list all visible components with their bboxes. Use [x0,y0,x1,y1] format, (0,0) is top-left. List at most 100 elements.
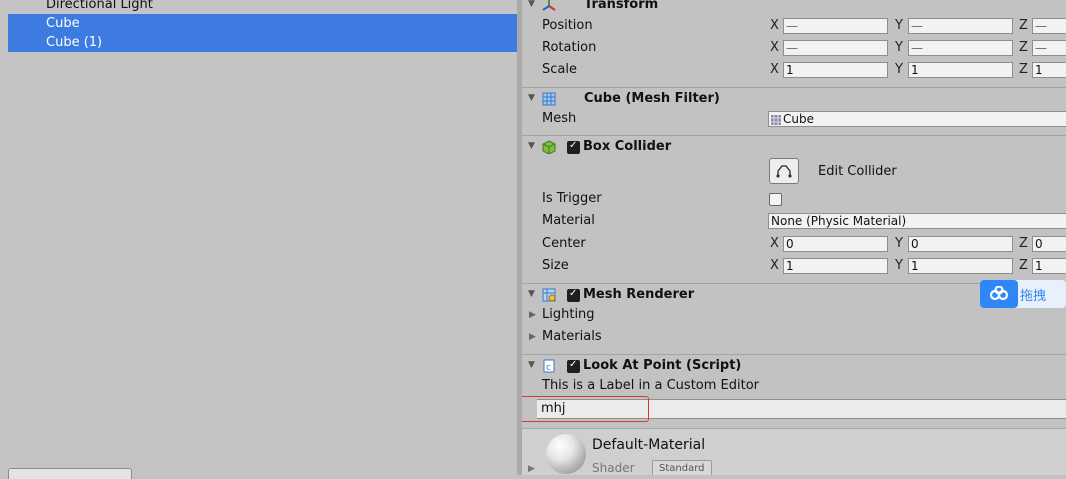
size-x-field[interactable]: 1 [783,258,888,274]
script-icon: c [543,359,555,373]
hierarchy-item-label: Cube (1) [46,35,103,50]
y-axis-label: Y [895,18,903,33]
custom-editor-label: This is a Label in a Custom Editor [542,378,760,393]
mesh-value: Cube [783,112,814,126]
material-row: Material None (Physic Material) [522,210,1066,232]
hierarchy-bottom-tab[interactable] [8,468,132,479]
material-preview-area: ▶ Default-Material Shader Standard [522,428,1066,475]
z-axis-label: Z [1019,18,1028,33]
x-axis-label: X [770,236,779,251]
center-y-field[interactable]: 0 [908,236,1013,252]
size-row: Size X 1 Y 1 Z 1 [522,255,1066,277]
foldout-arrow-icon[interactable]: ▼ [528,289,535,299]
scale-z-field[interactable]: 1 [1032,62,1066,78]
mesh-row: Mesh Cube [522,108,1066,130]
foldout-arrow-icon[interactable]: ▼ [528,0,535,9]
foldout-right-arrow-icon[interactable]: ▶ [529,310,536,320]
position-x-field[interactable]: — [783,18,888,34]
position-z-field[interactable]: — [1032,18,1066,34]
x-axis-label: X [770,258,779,273]
materials-foldout[interactable]: ▶ Materials [522,327,1066,349]
mesh-small-icon [771,115,781,125]
center-x-field[interactable]: 0 [783,236,888,252]
center-row: Center X 0 Y 0 Z 0 [522,233,1066,255]
rotation-x-field[interactable]: — [783,40,888,56]
lighting-label: Lighting [542,307,595,322]
position-label: Position [542,18,593,33]
transform-header[interactable]: ▼ Transform [522,0,1066,16]
lighting-foldout[interactable]: ▶ Lighting [522,305,1066,327]
is-trigger-row: Is Trigger [522,188,1066,210]
z-axis-label: Z [1019,62,1028,77]
x-axis-label: X [770,62,779,77]
z-axis-label: Z [1019,40,1028,55]
hierarchy-panel: Directional Light Cube Cube (1) [0,0,518,479]
materials-label: Materials [542,329,602,344]
rotation-z-field[interactable]: — [1032,40,1066,56]
mesh-grid-icon [542,92,556,106]
z-axis-label: Z [1019,236,1028,251]
size-label: Size [542,258,569,273]
physic-material-field[interactable]: None (Physic Material) [768,213,1066,229]
size-z-field[interactable]: 1 [1032,258,1066,274]
is-trigger-checkbox[interactable] [769,193,782,206]
hierarchy-item-cube-1[interactable]: Cube (1) [8,33,517,52]
box-collider-title: Box Collider [583,139,672,154]
cloud-logo-icon [980,280,1018,308]
mesh-object-field[interactable]: Cube [768,111,1066,127]
foldout-arrow-icon[interactable]: ▼ [528,141,535,151]
z-axis-label: Z [1019,258,1028,273]
x-axis-label: X [770,40,779,55]
size-y-field[interactable]: 1 [908,258,1013,274]
foldout-right-arrow-icon[interactable]: ▶ [529,332,536,342]
x-axis-label: X [770,18,779,33]
mesh-renderer-enabled-checkbox[interactable] [567,288,580,302]
rotation-label: Rotation [542,40,597,55]
hierarchy-item-label: Cube [46,16,80,31]
scale-x-field[interactable]: 1 [783,62,888,78]
y-axis-label: Y [895,258,903,273]
rotation-row: Rotation X — Y — Z — [522,37,1066,59]
mesh-renderer-icon [542,288,556,302]
scale-row: Scale X 1 Y 1 Z 1 [522,59,1066,81]
edit-collider-icon [776,165,792,178]
foldout-right-arrow-icon[interactable]: ▶ [528,464,535,474]
svg-text:c: c [546,363,551,373]
mesh-label: Mesh [542,111,577,126]
is-trigger-label: Is Trigger [542,191,602,206]
position-row: Position X — Y — Z — [522,15,1066,37]
box-collider-header[interactable]: ▼ Box Collider [522,135,1066,158]
floating-badge[interactable]: 拖拽 [980,280,1066,308]
hierarchy-item-label: Directional Light [46,0,153,12]
inspector-panel: ▼ Transform Position X — Y — Z — Rotatio… [522,0,1066,475]
center-label: Center [542,236,586,251]
mesh-filter-header[interactable]: ▼ Cube (Mesh Filter) [522,87,1066,110]
hierarchy-item-directional-light[interactable]: Directional Light [8,0,517,14]
look-at-point-header[interactable]: ▼ c Look At Point (Script) [522,354,1066,377]
y-axis-label: Y [895,236,903,251]
mesh-filter-title: Cube (Mesh Filter) [584,91,720,106]
highlight-box [522,396,649,422]
material-name: Default-Material [592,437,706,453]
scale-y-field[interactable]: 1 [908,62,1013,78]
box-collider-icon [542,140,556,154]
hierarchy-item-cube[interactable]: Cube [8,14,517,33]
shader-dropdown[interactable]: Standard [652,460,712,475]
position-y-field[interactable]: — [908,18,1013,34]
foldout-arrow-icon[interactable]: ▼ [528,93,535,103]
center-z-field[interactable]: 0 [1032,236,1066,252]
edit-collider-label: Edit Collider [818,164,897,179]
rotation-y-field[interactable]: — [908,40,1013,56]
foldout-arrow-icon[interactable]: ▼ [528,360,535,370]
badge-text: 拖拽 [1020,289,1047,304]
y-axis-label: Y [895,40,903,55]
look-at-point-title: Look At Point (Script) [583,358,742,373]
look-at-point-enabled-checkbox[interactable] [567,359,580,373]
scale-label: Scale [542,62,577,77]
edit-collider-button[interactable] [769,158,799,184]
material-label: Material [542,213,595,228]
transform-title: Transform [584,0,659,12]
box-collider-enabled-checkbox[interactable] [567,140,580,154]
transform-icon [542,0,556,11]
material-sphere-icon [546,434,586,474]
